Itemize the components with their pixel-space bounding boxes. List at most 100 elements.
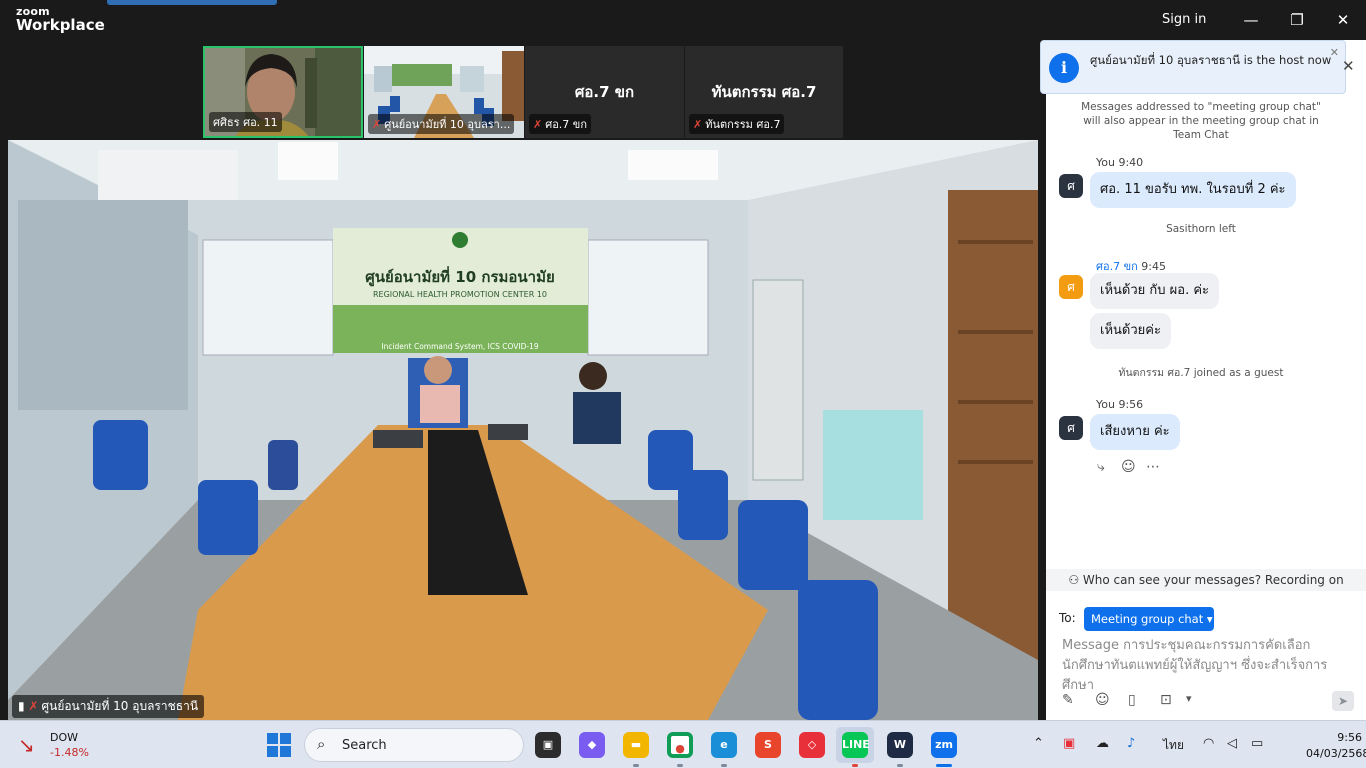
message-header: You 9:56 xyxy=(1096,398,1143,411)
thumbnail-name: ✗ ทันตกรรม ศอ.7 xyxy=(689,114,785,134)
battery-icon[interactable]: ▭ xyxy=(1251,736,1263,751)
chat-info-message: Messages addressed to "meeting group cha… xyxy=(1060,100,1342,142)
recipient-dropdown[interactable]: Meeting group chat ▾ xyxy=(1084,607,1214,631)
host-notification: i ศูนย์อนามัยที่ 10 อุบลราชธานี is the h… xyxy=(1040,40,1346,94)
screenshot-icon[interactable]: ⊡ xyxy=(1160,692,1172,708)
thumbnail-big-name: ศอ.7 ขก xyxy=(574,83,635,101)
avatar[interactable]: ศ xyxy=(1059,416,1083,440)
send-button[interactable]: ➤ xyxy=(1332,691,1354,711)
windows-logo-pane xyxy=(267,746,278,757)
task-view-icon[interactable]: ▣ xyxy=(535,732,561,758)
title-bar: zoom Workplace Sign in — ❐ ✕ xyxy=(0,0,1366,40)
running-indicator xyxy=(633,764,639,767)
dismiss-notification-icon[interactable]: ✕ xyxy=(1330,46,1339,59)
minimize-icon[interactable]: — xyxy=(1241,10,1261,30)
thumbnail-big-name: ทันตกรรม ศอ.7 xyxy=(711,83,817,101)
wps-icon[interactable]: S xyxy=(755,732,781,758)
ticker-name: DOW xyxy=(50,731,79,744)
close-icon[interactable]: ✕ xyxy=(1333,10,1353,30)
add-reaction-icon[interactable]: ☺ xyxy=(1121,459,1136,475)
message-header: You 9:40 xyxy=(1096,156,1143,169)
chat-message[interactable]: เห็นด้วยค่ะ xyxy=(1090,313,1171,349)
running-indicator xyxy=(936,764,952,767)
thumbnail-participant-3[interactable]: ศอ.7 ขก ✗ ศอ.7 ขก xyxy=(525,46,684,138)
message-time: 9:40 xyxy=(1118,156,1144,169)
taskbar-search[interactable]: ⌕ Search xyxy=(304,728,524,762)
thumbnail-name-text: ทันตกรรม ศอ.7 xyxy=(705,118,781,131)
mic-muted-icon: ✗ xyxy=(372,118,382,131)
banner-title: ศูนย์อนามัยที่ 10 กรมอนามัย xyxy=(365,266,555,287)
thumbnail-name: ✗ ศูนย์อนามัยที่ 10 อุบลรา... xyxy=(368,114,515,134)
running-indicator xyxy=(852,764,858,767)
signal-icon: ▮ xyxy=(18,699,25,713)
taskbar: ↘ DOW -1.48% ⌕ Search ▣ ◆ ▬ ● e S ◇ LINE… xyxy=(0,720,1366,768)
system-clock[interactable]: 9:56 04/03/2568 xyxy=(1306,730,1366,762)
trend-down-icon: ↘ xyxy=(18,733,35,757)
main-video-caption: ▮ ✗ ศูนย์อนามัยที่ 10 อุบลราชธานี xyxy=(12,695,205,718)
thumbnail-participant-1[interactable]: ศศิธร ศอ. 11 xyxy=(203,46,363,138)
chevron-down-icon: ▾ xyxy=(1206,612,1213,626)
onedrive-off-icon[interactable]: ☁ xyxy=(1096,736,1109,751)
chat-info-line: will also appear in the meeting group ch… xyxy=(1083,115,1319,127)
avatar[interactable]: ศ xyxy=(1059,174,1083,198)
chat-message[interactable]: เห็นด้วย กับ ผอ. ค่ะ xyxy=(1090,273,1220,309)
message-input[interactable]: Message การประชุมคณะกรรมการคัดเลือกนักศึ… xyxy=(1062,636,1358,696)
search-label: Search xyxy=(342,738,387,753)
info-icon: i xyxy=(1049,53,1079,83)
thumbnail-name-text: ศูนย์อนามัยที่ 10 อุบลรา... xyxy=(384,118,511,131)
top-tab-indicator[interactable] xyxy=(107,0,277,5)
main-video-name: ศูนย์อนามัยที่ 10 อุบลราชธานี xyxy=(41,699,199,713)
banner-subtitle: REGIONAL HEALTH PROMOTION CENTER 10 xyxy=(373,290,547,299)
more-options-icon[interactable]: ⋯ xyxy=(1146,459,1160,475)
chevron-down-icon[interactable]: ▾ xyxy=(1186,692,1192,705)
restore-icon[interactable]: ❐ xyxy=(1287,10,1307,30)
recipient-value: Meeting group chat xyxy=(1091,612,1204,626)
clock-date: 04/03/2568 xyxy=(1306,747,1366,760)
volume-icon[interactable]: ◁ xyxy=(1227,736,1237,751)
webex-icon[interactable]: W xyxy=(887,732,913,758)
avatar[interactable]: ศ xyxy=(1059,275,1083,299)
running-indicator xyxy=(897,764,903,767)
sender-name: You xyxy=(1096,398,1115,411)
mic-muted-icon: ✗ xyxy=(693,118,703,131)
start-button[interactable] xyxy=(267,733,291,757)
copilot-icon[interactable]: ◆ xyxy=(579,732,605,758)
running-indicator xyxy=(677,764,683,767)
chat-event: ทันตกรรม ศอ.7 joined as a guest xyxy=(1118,367,1284,379)
ticker-change: -1.48% xyxy=(50,746,89,759)
file-icon[interactable]: ▯ xyxy=(1128,692,1136,708)
recipient-label: To: xyxy=(1059,611,1076,625)
chat-message[interactable]: ศอ. 11 ขอรับ ทพ. ในรอบที่ 2 ค่ะ xyxy=(1090,172,1296,208)
chat-info-line: Team Chat xyxy=(1173,129,1229,141)
edge-icon[interactable]: e xyxy=(711,732,737,758)
mic-muted-icon: ✗ xyxy=(28,699,39,713)
zoom-icon[interactable]: zm xyxy=(931,732,957,758)
message-visibility-text: Who can see your messages? Recording on xyxy=(1082,573,1344,587)
file-explorer-icon[interactable]: ▬ xyxy=(623,732,649,758)
emoji-icon[interactable]: ☺ xyxy=(1095,692,1110,708)
brand-bottom: Workplace xyxy=(16,16,105,34)
message-visibility-bar[interactable]: ⚇ Who can see your messages? Recording o… xyxy=(1046,569,1366,591)
reply-icon[interactable]: ⤷ xyxy=(1097,459,1105,475)
thumbnail-name-text: ศอ.7 ขก xyxy=(545,118,587,131)
thumbnail-participant-2[interactable]: ✗ ศูนย์อนามัยที่ 10 อุบลรา... xyxy=(364,46,524,138)
language-indicator[interactable]: ไทย xyxy=(1163,736,1184,755)
wifi-icon[interactable]: ◠ xyxy=(1203,736,1214,751)
sender-name[interactable]: ศอ.7 ขก xyxy=(1096,260,1138,273)
close-chat-panel-icon[interactable]: ✕ xyxy=(1342,57,1355,75)
chrome-icon[interactable]: ● xyxy=(667,732,693,758)
clock-time: 9:56 xyxy=(1337,731,1362,744)
thumbnail-participant-4[interactable]: ทันตกรรม ศอ.7 ✗ ทันตกรรม ศอ.7 xyxy=(685,46,843,138)
running-indicator xyxy=(721,764,727,767)
mic-muted-icon: ✗ xyxy=(533,118,543,131)
tray-app-icon[interactable]: ▣ xyxy=(1063,736,1075,751)
chat-message[interactable]: เสียงหาย ค่ะ xyxy=(1090,414,1180,450)
anydesk-icon[interactable]: ◇ xyxy=(799,732,825,758)
mic-tray-icon[interactable]: ♪ xyxy=(1127,736,1135,751)
sign-in-button[interactable]: Sign in xyxy=(1162,12,1206,27)
windows-logo-pane xyxy=(267,733,278,744)
format-text-icon[interactable]: ✎ xyxy=(1062,692,1074,708)
main-video[interactable]: ศูนย์อนามัยที่ 10 กรมอนามัย REGIONAL HEA… xyxy=(8,140,1038,720)
line-icon[interactable]: LINE xyxy=(842,732,870,758)
show-hidden-icons[interactable]: ⌃ xyxy=(1033,736,1044,751)
